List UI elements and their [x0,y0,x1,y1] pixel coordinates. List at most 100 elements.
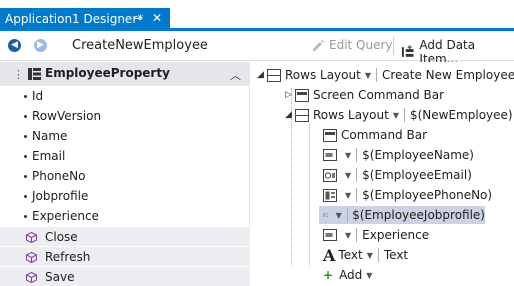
method-cube-icon [26,232,37,243]
dropdown-arrow-icon[interactable]: ▼ [345,231,351,240]
property-label: Id [32,89,44,103]
tree-node-screen-command-bar[interactable]: ▷ Screen Command Bar [285,86,444,104]
bullet-icon [24,135,27,138]
command-bar-label: Command Bar [341,128,428,142]
screen-content-tree: ◢ Rows Layout ▼ Create New Employee ▷ Sc… [251,62,514,286]
root-layout-value: Create New Employee [381,68,514,82]
field-value: $(EmployeePhoneNo) [362,188,493,202]
command-bar-icon [295,88,309,102]
node-separator [377,248,379,262]
designer-toolbar: ◀ ▶ CreateNewEmployee Edit Query Add Dat… [0,31,514,66]
dropdown-arrow-icon[interactable]: ▼ [367,251,373,260]
dropdown-arrow-icon[interactable]: ▼ [345,171,351,180]
document-tab-strip: Application1 Designer* ⊸ ✕ [0,0,514,31]
method-cube-icon [26,252,37,263]
list-item[interactable]: Jobprofile [0,186,250,206]
method-refresh[interactable]: Refresh [0,246,250,266]
tree-node-field[interactable]: ▼ $(EmployeeEmail) [323,166,472,184]
entity-grid-icon [28,68,41,80]
dropdown-arrow-icon[interactable]: ▼ [336,211,342,220]
method-close[interactable]: Close [0,226,250,246]
entity-header[interactable]: ⋮ EmployeeProperty ︿ [0,62,250,86]
forward-arrow-icon[interactable]: ▶ [34,39,47,52]
dropdown-arrow-icon[interactable]: ▼ [365,71,371,80]
list-item[interactable]: PhoneNo [0,166,250,186]
property-list: Id RowVersion Name Email PhoneNo Jobprof… [0,86,250,286]
field-value: $(EmployeeName) [362,148,474,162]
node-separator [403,108,405,122]
tree-node-add[interactable]: + Add ▼ [323,266,377,284]
tree-connector [309,124,310,266]
root-layout-label: Rows Layout [285,68,361,82]
close-icon[interactable]: ✕ [152,11,162,25]
add-label: Add [339,268,363,282]
list-item[interactable]: RowVersion [0,106,250,126]
bullet-icon [24,215,27,218]
method-label: Refresh [45,250,91,264]
command-bar-icon [323,128,337,142]
text-value: Text [383,248,409,262]
dropdown-arrow-icon[interactable]: ▼ [345,151,351,160]
rows-layout-label: Rows Layout [313,108,389,122]
text-type-icon: A [323,245,336,265]
node-separator [356,228,358,242]
bullet-icon [24,175,27,178]
property-label: Experience [32,209,99,223]
screen-name: CreateNewEmployee [72,38,208,53]
expanded-arrow-icon[interactable]: ◢ [257,70,267,80]
textbox-icon [323,149,337,161]
dropdown-arrow-icon[interactable]: ▼ [366,271,372,280]
tree-node-field-selected[interactable]: ▼ $(EmployeeJobprofile) [319,206,485,224]
tree-node-command-bar[interactable]: Command Bar [323,126,427,144]
rows-layout-value: $(NewEmployee) [409,108,513,122]
dropdown-arrow-icon[interactable]: ▼ [393,111,399,120]
bullet-icon [24,195,27,198]
expanded-arrow-icon[interactable]: ◢ [285,110,295,120]
phone-number-icon [323,188,337,202]
pin-icon[interactable]: ⊸ [133,12,142,25]
designer-tab[interactable]: Application1 Designer* ⊸ ✕ [0,8,170,30]
node-separator [356,188,358,202]
chevron-up-icon[interactable]: ︿ [230,67,241,83]
edit-query-button[interactable]: Edit Query [311,38,393,52]
entity-title: EmployeeProperty [45,66,170,80]
drag-grip-icon[interactable]: ⋮ [13,68,24,81]
node-separator [375,68,377,82]
edit-query-icon [313,40,324,51]
tree-node-field[interactable]: ▼ Experience [323,226,429,244]
list-item[interactable]: Id [0,86,250,106]
bullet-icon [24,155,27,158]
collapsed-arrow-icon[interactable]: ▷ [285,90,295,100]
textbox-icon [323,229,337,241]
method-save[interactable]: Save [0,266,250,286]
method-label: Save [45,270,75,284]
property-label: RowVersion [32,109,102,123]
property-label: Jobprofile [32,189,89,203]
list-item[interactable]: Experience [0,206,250,226]
add-plus-icon: + [323,268,334,282]
add-data-item-icon [401,45,414,57]
tree-node-rows-layout[interactable]: ◢ Rows Layout ▼ $(NewEmployee) [285,106,513,124]
back-arrow-icon[interactable]: ◀ [8,39,21,52]
rows-layout-icon [267,68,281,82]
bullet-icon [24,95,27,98]
tree-node-field[interactable]: ▼ $(EmployeePhoneNo) [323,186,492,204]
view-model-pane: ⋮ EmployeeProperty ︿ Id RowVersion Name … [0,62,250,286]
dropdown-arrow-icon[interactable]: ▼ [345,191,351,200]
tree-node-field[interactable]: ▼ $(EmployeeName) [323,146,474,164]
method-label: Close [45,230,78,244]
designer-tab-title: Application1 Designer* [5,12,144,26]
tree-node-text[interactable]: A Text ▼ Text [323,245,409,265]
email-address-icon [323,168,337,182]
list-item[interactable]: Email [0,146,250,166]
tree-node-root[interactable]: ◢ Rows Layout ▼ Create New Employee [257,66,514,84]
list-item[interactable]: Name [0,126,250,146]
field-value: $(EmployeeEmail) [362,168,472,182]
edit-query-label: Edit Query [329,38,393,52]
bullet-icon [24,115,27,118]
node-separator [356,148,358,162]
field-value: Experience [362,228,430,242]
node-separator [356,168,358,182]
rows-layout-icon [295,108,309,122]
screen-command-bar-label: Screen Command Bar [313,88,445,102]
